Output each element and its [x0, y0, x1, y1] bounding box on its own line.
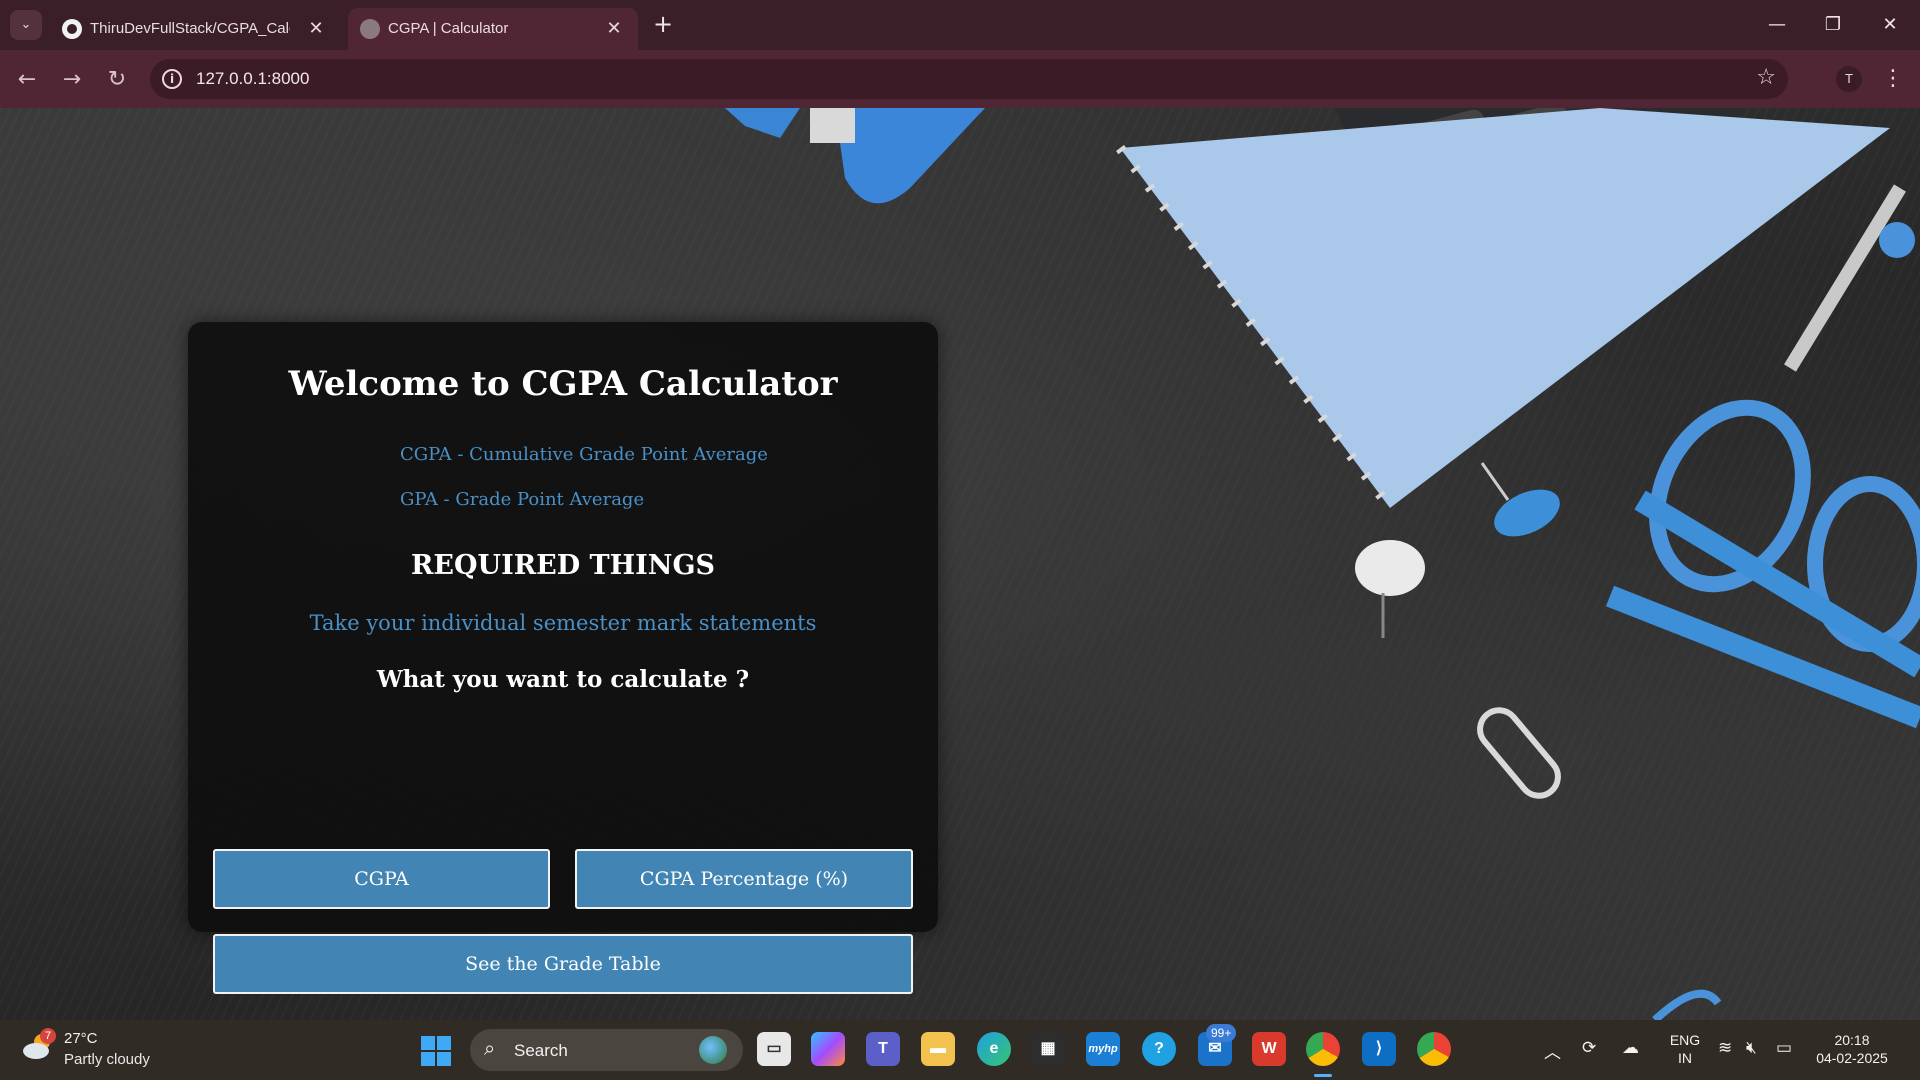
weather-description[interactable]: Partly cloudy — [64, 1051, 150, 1068]
reload-icon[interactable]: ↻ — [102, 65, 132, 95]
volume-muted-icon[interactable]: 🔇︎ — [1746, 1038, 1757, 1058]
tab-cgpa-calculator[interactable]: CGPA | Calculator ✕ — [348, 8, 638, 50]
required-heading: REQUIRED THINGS — [410, 550, 715, 581]
taskbar-search[interactable]: ⌕ Search — [470, 1029, 743, 1071]
bookmark-star-icon[interactable]: ☆ — [1756, 65, 1776, 90]
taskbar: 7 27°C Partly cloudy ⌕ Search ▭ T ▬ e ▦ … — [0, 1020, 1920, 1080]
required-text: Take your individual semester mark state… — [309, 611, 817, 635]
cgpa-percentage-button[interactable]: CGPA Percentage (%) — [575, 849, 913, 909]
task-view-icon[interactable]: ▭ — [757, 1032, 791, 1066]
tab-title: ThiruDevFullStack/CGPA_Calcul — [90, 20, 290, 37]
new-tab-plus-icon[interactable]: + — [650, 12, 676, 38]
weather-alert-badge: 7 — [40, 1028, 56, 1044]
file-explorer-icon[interactable]: ▬ — [921, 1032, 955, 1066]
paperclip-decoration — [1477, 707, 1561, 799]
pencil-decoration — [1634, 490, 1920, 678]
wps-office-icon[interactable]: W — [1252, 1032, 1286, 1066]
wifi-icon[interactable]: ≋ — [1718, 1038, 1732, 1058]
address-bar[interactable]: i 127.0.0.1:8000 ☆ — [150, 59, 1788, 99]
gpa-definition: GPA - Grade Point Average — [400, 489, 645, 510]
minimize-icon[interactable]: — — [1762, 12, 1792, 38]
search-icon: ⌕ — [484, 1038, 496, 1060]
battery-icon[interactable]: ▭ — [1776, 1038, 1792, 1058]
get-help-icon[interactable]: ? — [1142, 1032, 1176, 1066]
close-tab-icon[interactable]: ✕ — [602, 16, 626, 40]
page-title: Welcome to CGPA Calculator — [288, 364, 838, 404]
globe-icon — [360, 19, 380, 39]
myhp-icon[interactable]: myhp — [1086, 1032, 1120, 1066]
browser-menu-icon[interactable]: ⋮ — [1880, 64, 1906, 94]
scissors-decoration — [1649, 399, 1811, 593]
pushpin-decoration — [1494, 489, 1560, 537]
pushpin-decoration — [1480, 462, 1510, 501]
restore-icon[interactable]: ❐ — [1818, 12, 1848, 38]
profile-avatar[interactable]: T — [1836, 66, 1862, 92]
windows-start-icon[interactable] — [421, 1036, 451, 1066]
tab-title: CGPA | Calculator — [388, 20, 509, 37]
pushpin-decoration — [1355, 540, 1425, 596]
active-app-indicator — [1314, 1074, 1332, 1077]
forward-arrow-icon[interactable]: → — [57, 65, 87, 95]
pencil-decoration — [1605, 585, 1920, 729]
clip-decoration — [1652, 989, 1722, 1020]
clock-time: 20:18 — [1834, 1032, 1870, 1048]
grade-table-button[interactable]: See the Grade Table — [213, 934, 913, 994]
site-info-icon[interactable]: i — [162, 69, 182, 89]
window-close-icon[interactable]: ✕ — [1875, 12, 1905, 38]
browser-tab-bar: ⌄ ThiruDevFullStack/CGPA_Calcul ✕ CGPA |… — [0, 0, 1920, 50]
cloud-error-icon[interactable]: ☁ — [1622, 1038, 1639, 1058]
page-viewport: Welcome to CGPA Calculator CGPA - Cumula… — [0, 108, 1920, 1020]
teams-icon[interactable]: T — [866, 1032, 900, 1066]
language-code: ENG — [1669, 1032, 1701, 1048]
url-text[interactable]: 127.0.0.1:8000 — [196, 69, 309, 89]
stapler-decoration — [810, 108, 855, 143]
stapler-decoration — [835, 108, 985, 204]
calculate-question: What you want to calculate ? — [376, 666, 750, 693]
close-tab-icon[interactable]: ✕ — [304, 16, 328, 40]
cgpa-button[interactable]: CGPA — [213, 849, 550, 909]
tab-search-chevron-icon[interactable]: ⌄ — [10, 10, 42, 40]
search-highlight-icon — [699, 1036, 727, 1064]
copilot-icon[interactable] — [811, 1032, 845, 1066]
system-clock[interactable]: 20:18 04-02-2025 — [1812, 1031, 1892, 1067]
github-icon — [62, 19, 82, 39]
weather-temperature[interactable]: 27°C — [64, 1030, 98, 1047]
scissors-blade-decoration — [1784, 184, 1906, 372]
tab-github[interactable]: ThiruDevFullStack/CGPA_Calcul ✕ — [50, 8, 340, 50]
notebook-decoration — [1120, 108, 1890, 508]
tray-overflow-chevron-icon[interactable]: ︿ — [1544, 1038, 1561, 1063]
stapler-decoration — [725, 108, 800, 138]
back-arrow-icon[interactable]: ← — [12, 65, 42, 95]
vscode-icon[interactable]: ⟩ — [1362, 1032, 1396, 1066]
sync-icon[interactable]: ⟳ — [1582, 1038, 1596, 1058]
scissors-screw-decoration — [1879, 222, 1915, 258]
edge-icon[interactable]: e — [977, 1032, 1011, 1066]
cgpa-definition: CGPA - Cumulative Grade Point Average — [400, 444, 768, 465]
chrome-profile-icon[interactable] — [1417, 1032, 1451, 1066]
region-code: IN — [1678, 1050, 1692, 1066]
browser-toolbar: ← → ↻ i 127.0.0.1:8000 ☆ T ⋮ — [0, 50, 1920, 108]
chrome-icon[interactable] — [1306, 1032, 1340, 1066]
mail-badge: 99+ — [1206, 1024, 1237, 1042]
clock-date: 04-02-2025 — [1816, 1050, 1888, 1066]
microsoft-store-icon[interactable]: ▦ — [1031, 1032, 1065, 1066]
search-placeholder: Search — [514, 1041, 568, 1060]
welcome-card: Welcome to CGPA Calculator CGPA - Cumula… — [188, 322, 938, 994]
language-indicator[interactable]: ENG IN — [1668, 1031, 1702, 1067]
